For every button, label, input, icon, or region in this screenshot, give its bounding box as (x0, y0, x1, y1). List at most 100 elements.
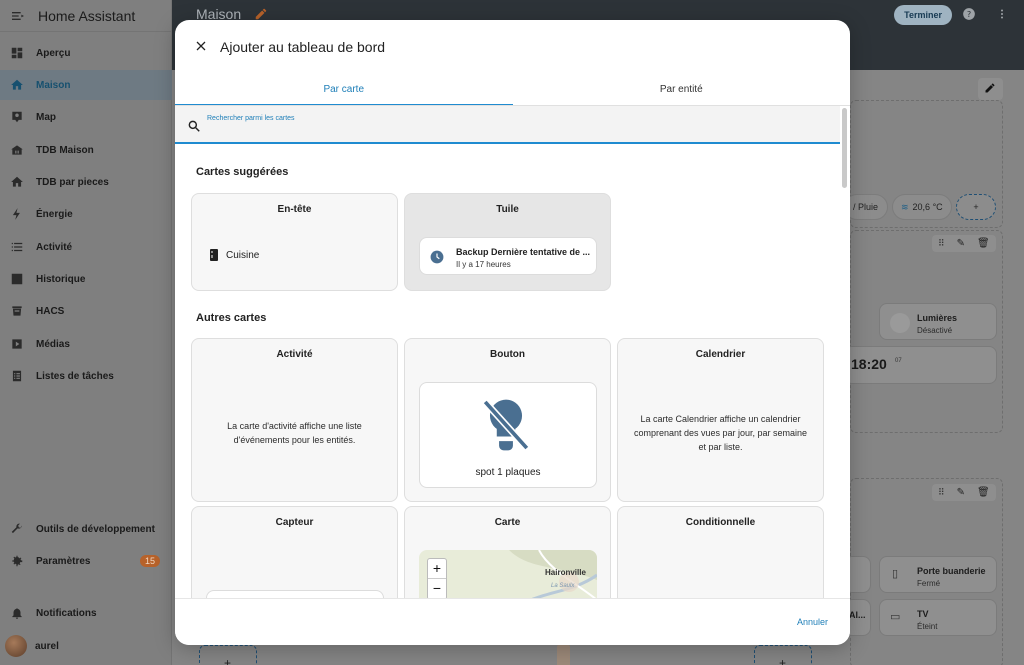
sidebar-item-label: TDB Maison (36, 144, 94, 156)
card-option-conditional[interactable]: Conditionnelle (617, 506, 824, 598)
drag-handle-icon[interactable]: ⠿ (938, 487, 945, 498)
bg-add-button-2[interactable]: + (754, 645, 812, 665)
bg-laundry-state: Fermé (917, 579, 941, 588)
sidebar-item-label: Historique (36, 273, 86, 285)
zoom-out-button[interactable]: − (428, 579, 446, 598)
sidebar-item-parametres[interactable]: Paramètres 15 (0, 546, 172, 576)
dialog-header: Ajouter au tableau de bord (175, 20, 850, 72)
sidebar-item-historique[interactable]: Historique (0, 264, 172, 294)
map-river-label: La Saulx (551, 583, 575, 589)
bell-icon (10, 606, 24, 620)
bg-chip-temp[interactable]: ≋ 20,6 °C (892, 194, 952, 220)
tab-par-carte[interactable]: Par carte (175, 76, 513, 106)
plus-icon: + (779, 656, 787, 665)
search-icon (188, 120, 200, 132)
scrollbar-thumb[interactable] (842, 108, 847, 188)
sidebar-item-label: TDB par pieces (36, 176, 109, 188)
help-icon[interactable]: ? (962, 7, 976, 21)
drag-handle-icon[interactable]: ⠿ (938, 238, 945, 249)
lightning-icon (10, 207, 24, 221)
edit-title-icon[interactable] (254, 7, 268, 21)
trash-icon[interactable]: 🗑 (977, 487, 990, 498)
card-option-button[interactable]: Bouton spot 1 plaques (404, 338, 611, 502)
bg-chip-rain-label: / Pluie (853, 202, 879, 212)
sidebar-item-map[interactable]: Map (0, 102, 172, 132)
done-button[interactable]: Terminer (894, 5, 952, 25)
dialog-scrollbar[interactable] (842, 108, 848, 598)
tab-par-entite[interactable]: Par entité (513, 76, 851, 106)
sidebar-item-notifications[interactable]: Notifications (0, 598, 172, 628)
card-title: Bouton (490, 349, 525, 360)
bg-chip-temp-label: 20,6 °C (912, 202, 943, 212)
sidebar-item-tdb-maison[interactable]: TDB Maison (0, 135, 172, 165)
zoom-in-button[interactable]: + (428, 559, 446, 579)
card-title: Carte (494, 517, 521, 528)
tile-entity-name: Backup Dernière tentative de ... (456, 247, 591, 257)
card-option-tile[interactable]: Tuile Backup Dernière tentative de ... I… (404, 193, 611, 291)
bg-edit-section-button[interactable] (978, 78, 1003, 100)
card-title: Calendrier (695, 349, 746, 360)
door-icon: ▯ (892, 568, 899, 580)
cancel-button[interactable]: Annuler (797, 617, 828, 627)
card-title: Tuile (496, 204, 519, 215)
bg-card-lights[interactable]: Lumières Désactivé (879, 303, 997, 340)
bg-card-tv[interactable]: ▭ TV Éteint (879, 599, 997, 636)
avatar (5, 635, 27, 657)
sidebar-item-medias[interactable]: Médias (0, 329, 172, 359)
sidebar-item-dev-tools[interactable]: Outils de développement (0, 514, 172, 544)
plus-icon: + (973, 202, 979, 212)
lamp-icon (890, 313, 910, 333)
button-preview: spot 1 plaques (419, 382, 597, 488)
sidebar-item-hacs[interactable]: HACS (0, 296, 172, 326)
card-title: Activité (276, 349, 313, 360)
more-vert-icon[interactable] (996, 8, 1008, 20)
sidebar-item-tdb-pieces[interactable]: TDB par pieces (0, 167, 172, 197)
cast-icon: ▭ (890, 611, 901, 623)
pencil-icon[interactable]: ✎ (957, 487, 965, 498)
sidebar-item-apercu[interactable]: Aperçu (0, 38, 172, 68)
bg-add-button-1[interactable]: + (199, 645, 257, 665)
header-entity-row: Cuisine (209, 249, 259, 261)
checklist-icon (10, 369, 24, 383)
card-option-calendar[interactable]: Calendrier La carte Calendrier affiche u… (617, 338, 824, 502)
tile-entity-state: Il y a 17 heures (456, 260, 511, 269)
settings-badge: 15 (139, 555, 160, 567)
pencil-icon[interactable]: ✎ (957, 238, 965, 249)
card-option-map[interactable]: Carte + − Haironville La Saulx (404, 506, 611, 598)
bg-slider-handle (557, 645, 570, 665)
card-title: En-tête (277, 204, 312, 215)
trash-icon[interactable]: 🗑 (977, 238, 990, 249)
sidebar-item-energie[interactable]: Énergie (0, 199, 172, 229)
card-title: Conditionnelle (685, 517, 756, 528)
sidebar-item-label: Paramètres (36, 555, 91, 567)
card-description: La carte Calendrier affiche un calendrie… (633, 414, 808, 452)
card-option-sensor[interactable]: Capteur (191, 506, 398, 598)
sidebar-item-activite[interactable]: Activité (0, 232, 172, 262)
bg-tv-title: TV (917, 609, 929, 619)
other-cards-title: Autres cartes (196, 312, 267, 324)
svg-text:?: ? (967, 9, 971, 19)
bg-add-chip-button[interactable]: + (956, 194, 996, 220)
card-option-header[interactable]: En-tête Cuisine (191, 193, 398, 291)
sidebar-item-listes[interactable]: Listes de tâches (0, 361, 172, 391)
home-icon (10, 175, 24, 189)
sidebar-item-label: Listes de tâches (36, 370, 114, 382)
sidebar-item-user[interactable]: aurel (0, 631, 172, 661)
menu-collapse-icon[interactable] (10, 8, 26, 24)
sidebar-item-label: Map (36, 111, 56, 123)
home-icon (10, 78, 24, 92)
sidebar-item-label: Maison (36, 79, 71, 91)
bg-section-toolbar-2: ⠿ ✎ 🗑 (932, 484, 996, 501)
sidebar-item-maison[interactable]: Maison (0, 70, 172, 100)
bg-card-laundry[interactable]: ▯ Porte buanderie Fermé (879, 556, 997, 593)
map-place-label: Haironville (545, 568, 586, 577)
close-icon[interactable] (195, 40, 207, 52)
search-field[interactable]: Rechercher parmi les cartes (175, 106, 840, 144)
sensor-preview (206, 590, 384, 598)
bg-tv-state: Éteint (917, 622, 938, 631)
card-option-activity[interactable]: Activité La carte d'activité affiche une… (191, 338, 398, 502)
bg-laundry-title: Porte buanderie (917, 566, 986, 576)
bg-card-clock: 18:20 07 (844, 346, 997, 384)
plus-icon: + (224, 656, 232, 665)
bg-chip-rain[interactable]: / Pluie (844, 194, 888, 220)
